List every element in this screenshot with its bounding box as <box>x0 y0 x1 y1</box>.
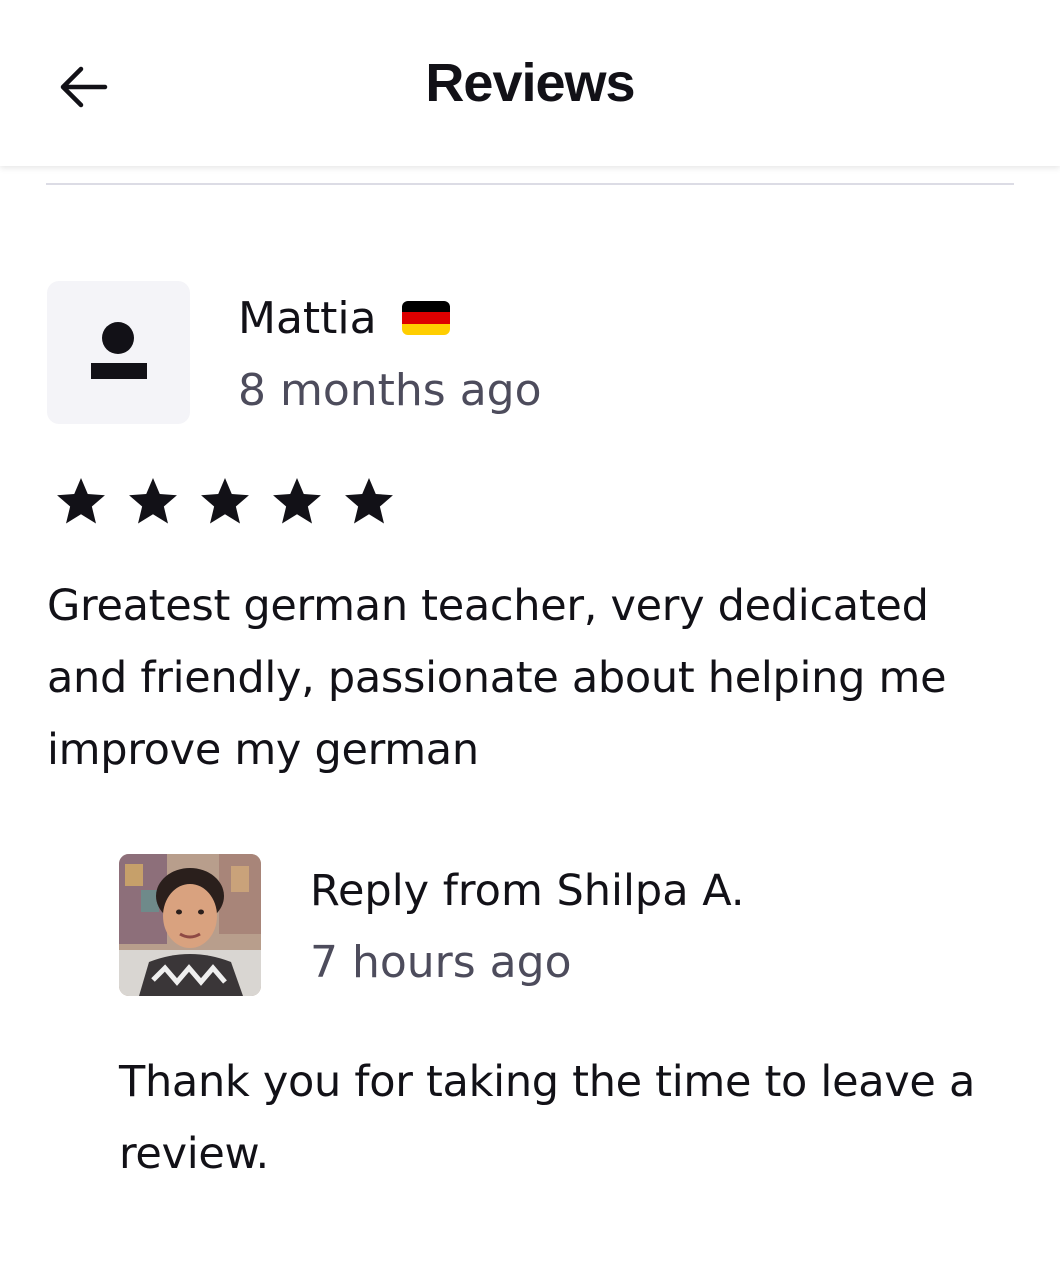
review-text: Greatest german teacher, very dedicated … <box>47 581 947 775</box>
reviewer-name: Mattia <box>238 293 377 344</box>
star-rating <box>52 472 398 530</box>
page-title: Reviews <box>425 53 635 113</box>
flag-stripe <box>402 301 450 313</box>
reply-timestamp: 7 hours ago <box>310 937 572 988</box>
flag-stripe <box>402 312 450 324</box>
divider <box>46 183 1014 185</box>
star-icon <box>129 478 177 524</box>
reply-author-avatar <box>119 854 261 996</box>
reply-text: Thank you for taking the time to leave a… <box>119 1057 975 1179</box>
profile-photo <box>119 854 261 996</box>
star-icon <box>57 478 105 524</box>
star-icon <box>201 478 249 524</box>
reviewer-avatar <box>47 281 190 424</box>
review-timestamp: 8 months ago <box>238 365 542 416</box>
reply-author: Reply from Shilpa A. <box>310 866 745 916</box>
user-placeholder-icon <box>91 322 147 379</box>
star-icon <box>345 478 393 524</box>
app-header: Reviews <box>0 0 1060 166</box>
star-icon <box>273 478 321 524</box>
flag-stripe <box>402 323 450 335</box>
germany-flag-icon <box>402 301 450 335</box>
